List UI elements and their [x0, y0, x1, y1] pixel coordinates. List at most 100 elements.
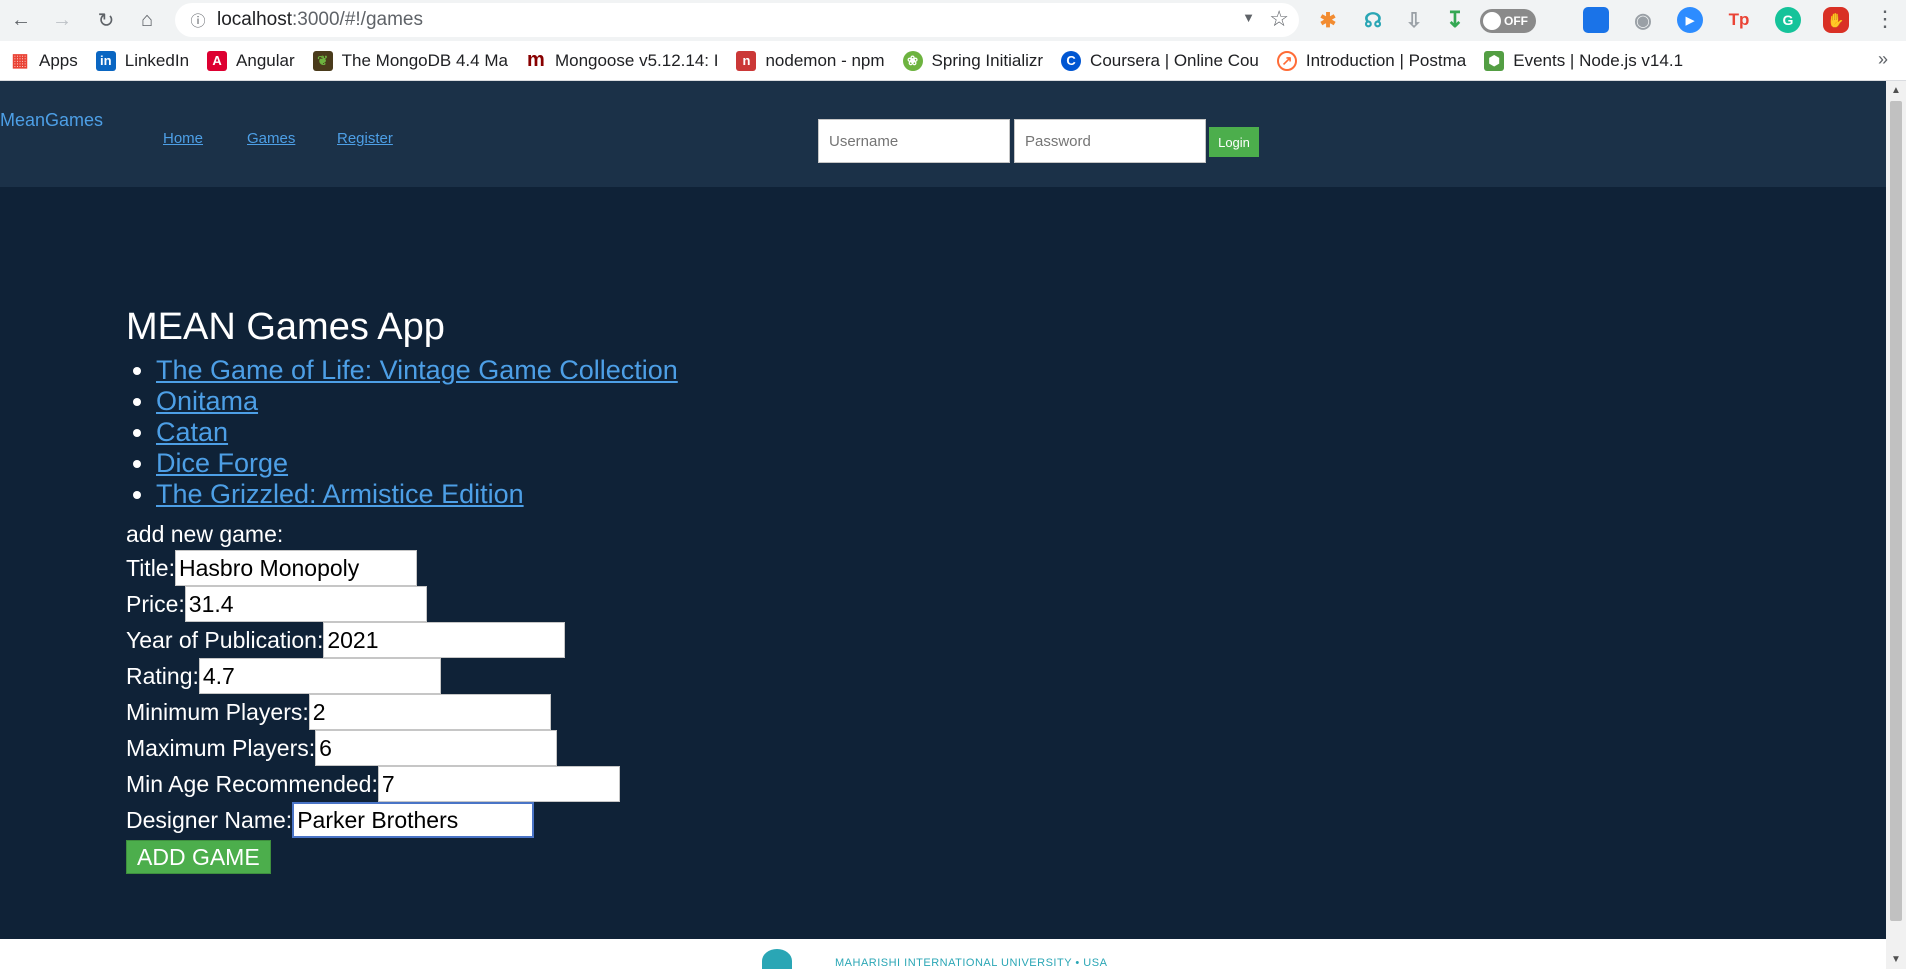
add-game-button[interactable]: ADD GAME [126, 840, 271, 874]
bookmark-item[interactable]: ▦ Apps [10, 50, 77, 71]
game-link[interactable]: The Grizzled: Armistice Edition [156, 479, 524, 509]
designer-input[interactable] [292, 802, 535, 838]
bookmark-item[interactable]: m Mongoose v5.12.14: I [526, 49, 718, 71]
green-download-icon[interactable]: ↧ [1442, 7, 1468, 33]
scrollbar-thumb[interactable] [1890, 101, 1902, 921]
bookmark-item[interactable]: in LinkedIn [95, 50, 189, 71]
grammarly-icon[interactable]: G [1775, 7, 1801, 33]
footer-text: MAHARISHI INTERNATIONAL UNIVERSITY • USA [835, 957, 1108, 969]
zoom-icon[interactable]: ▶ [1677, 7, 1703, 33]
list-item: The Game of Life: Vintage Game Collectio… [156, 355, 678, 386]
min-age-input[interactable] [377, 766, 620, 802]
login-button[interactable]: Login [1209, 127, 1259, 157]
bookmark-item[interactable]: ⬢ Events | Node.js v14.1 [1484, 50, 1683, 71]
field-label: Maximum Players: [126, 734, 316, 761]
bookmark-item[interactable]: n nodemon - npm [736, 50, 885, 71]
price-input[interactable] [184, 586, 427, 622]
games-list: The Game of Life: Vintage Game Collectio… [126, 355, 678, 510]
mongoose-icon: m [527, 49, 545, 71]
university-logo-icon [762, 949, 792, 969]
mongodb-icon: ❦ [312, 50, 333, 71]
field-label: Min Age Recommended: [126, 770, 378, 797]
nav-link-home[interactable]: Home [163, 130, 203, 147]
list-item: Dice Forge [156, 448, 678, 479]
globe-icon[interactable]: ◉ [1630, 7, 1656, 33]
game-link[interactable]: Catan [156, 417, 228, 447]
bookmarks-bar: ▦ Apps in LinkedIn A Angular ❦ The MongoDB 4… [0, 41, 1906, 81]
add-game-form: add new game: Title: Price: Year of Publ… [126, 518, 678, 874]
toggle-off-switch[interactable]: OFF [1480, 9, 1536, 33]
linkedin-icon: in [95, 50, 116, 71]
field-label: Rating: [126, 662, 199, 689]
min-players-row: Minimum Players: [126, 694, 678, 730]
field-label: Title: [126, 554, 175, 581]
list-item: Catan [156, 417, 678, 448]
apps-grid-icon: ▦ [11, 50, 29, 70]
max-players-input[interactable] [315, 730, 558, 766]
nodejs-icon: ⬢ [1484, 50, 1505, 71]
site-navbar: MeanGames Home Games Register Login [0, 81, 1886, 187]
spring-icon: ❀ [902, 50, 923, 71]
title-row: Title: [126, 550, 678, 586]
adblock-icon[interactable]: ✋ [1823, 7, 1849, 33]
info-icon[interactable]: ⓘ [187, 9, 209, 31]
brand-logo[interactable]: MeanGames [0, 110, 103, 131]
address-bar[interactable]: ⓘ localhost:3000/#!/games ▼ ☆ [175, 3, 1299, 37]
bookmark-item[interactable]: A Angular [207, 50, 295, 71]
home-icon[interactable]: ⌂ [132, 5, 162, 35]
url-text[interactable]: localhost:3000/#!/games [217, 9, 423, 31]
min-players-input[interactable] [308, 694, 551, 730]
npm-icon: n [736, 50, 757, 71]
bookmark-item[interactable]: ❦ The MongoDB 4.4 Ma [312, 50, 508, 71]
more-bookmarks-icon[interactable]: » [1878, 49, 1888, 70]
extension-orange-icon[interactable]: ✱ [1315, 7, 1341, 33]
scroll-up-icon[interactable]: ▲ [1891, 85, 1901, 96]
form-heading: add new game: [126, 521, 284, 547]
blue-extension-icon[interactable] [1583, 7, 1609, 33]
title-input[interactable] [175, 550, 417, 586]
tp-icon[interactable]: Tp [1726, 7, 1752, 33]
field-label: Designer Name: [126, 806, 293, 833]
bookmark-item[interactable]: C Coursera | Online Cou [1061, 50, 1259, 71]
coursera-icon: C [1061, 50, 1082, 71]
bookmark-item[interactable]: ❀ Spring Initializr [902, 50, 1043, 71]
chrome-menu-icon[interactable]: ⋮ [1874, 6, 1896, 32]
postman-icon: ↗ [1276, 50, 1297, 71]
reload-icon[interactable]: ↻ [91, 5, 121, 35]
browser-toolbar: ← → ↻ ⌂ ⓘ localhost:3000/#!/games ▼ ☆ ✱ … [0, 0, 1906, 41]
nav-link-register[interactable]: Register [337, 130, 393, 147]
password-input[interactable] [1014, 119, 1206, 163]
back-icon[interactable]: ← [6, 5, 36, 35]
footer: MAHARISHI INTERNATIONAL UNIVERSITY • USA [0, 939, 1886, 969]
bookmark-item[interactable]: ↗ Introduction | Postma [1276, 50, 1466, 71]
username-input[interactable] [818, 119, 1010, 163]
game-link[interactable]: Onitama [156, 386, 258, 416]
list-item: Onitama [156, 386, 678, 417]
year-input[interactable] [323, 622, 566, 658]
field-label: Year of Publication: [126, 626, 324, 653]
page-title: MEAN Games App [126, 306, 445, 348]
list-item: The Grizzled: Armistice Edition [156, 479, 678, 510]
nav-link-games[interactable]: Games [247, 130, 295, 147]
year-row: Year of Publication: [126, 622, 678, 658]
field-label: Minimum Players: [126, 698, 309, 725]
page-scrollbar[interactable]: ▲ ▼ [1886, 81, 1906, 969]
min-age-row: Min Age Recommended: [126, 766, 678, 802]
page-viewport: MeanGames Home Games Register Login MEAN… [0, 81, 1886, 969]
game-link[interactable]: Dice Forge [156, 448, 288, 478]
forward-icon[interactable]: → [47, 5, 77, 35]
angular-icon: A [207, 50, 228, 71]
scroll-down-icon[interactable]: ▼ [1891, 954, 1901, 965]
game-link[interactable]: The Game of Life: Vintage Game Collectio… [156, 355, 678, 385]
max-players-row: Maximum Players: [126, 730, 678, 766]
field-label: Price: [126, 590, 185, 617]
designer-row: Designer Name: [126, 802, 678, 838]
bookmark-star-icon[interactable]: ☆ [1269, 6, 1289, 32]
dropdown-arrow-icon[interactable]: ▼ [1242, 10, 1255, 25]
rating-row: Rating: [126, 658, 678, 694]
headphones-icon[interactable]: ☊ [1360, 7, 1386, 33]
rating-input[interactable] [198, 658, 441, 694]
download-icon[interactable]: ⇩ [1401, 7, 1427, 33]
main-content: MEAN Games App The Game of Life: Vintage… [126, 306, 678, 874]
price-row: Price: [126, 586, 678, 622]
